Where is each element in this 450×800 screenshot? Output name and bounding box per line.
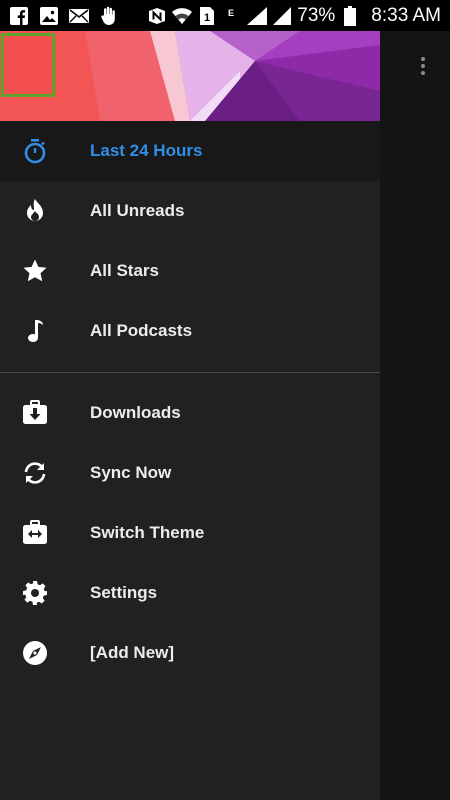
drawer-item-label: Sync Now bbox=[90, 463, 172, 482]
drawer-item-all-stars[interactable]: All Stars bbox=[0, 241, 380, 301]
mail-icon bbox=[69, 6, 89, 26]
svg-text:E: E bbox=[228, 8, 234, 18]
drawer-item-label: All Stars bbox=[90, 261, 159, 280]
signal-icon bbox=[247, 6, 268, 26]
star-icon bbox=[22, 258, 48, 284]
drawer-item-label: [Add New] bbox=[90, 643, 175, 662]
drawer-item-label: Switch Theme bbox=[90, 523, 205, 542]
svg-text:1: 1 bbox=[204, 12, 210, 24]
drawer-item-last-24-hours[interactable]: Last 24 Hours bbox=[0, 121, 380, 181]
compass-icon bbox=[22, 640, 48, 666]
switch-theme-icon bbox=[22, 520, 48, 546]
drawer-item-label: Settings bbox=[90, 583, 158, 602]
clock: 8:33 AM bbox=[371, 4, 441, 26]
battery-percent: 73% bbox=[297, 4, 336, 26]
drawer-item-label: Downloads bbox=[90, 403, 181, 422]
drawer-header bbox=[0, 31, 380, 121]
drawer-item-label: All Podcasts bbox=[90, 321, 193, 340]
header-background bbox=[0, 31, 380, 121]
stopwatch-icon bbox=[22, 138, 48, 164]
facebook-icon bbox=[9, 6, 29, 26]
drawer-item-switch-theme[interactable]: Switch Theme bbox=[0, 503, 380, 563]
hand-icon bbox=[99, 6, 119, 26]
wifi-icon bbox=[172, 6, 193, 26]
drawer-item-label: Last 24 Hours bbox=[90, 141, 203, 160]
drawer-item-sync-now[interactable]: Sync Now bbox=[0, 443, 380, 503]
music-note-icon bbox=[22, 318, 48, 344]
battery-icon bbox=[340, 5, 360, 26]
gear-icon bbox=[22, 580, 48, 606]
drawer-divider bbox=[0, 372, 380, 373]
drawer-item-settings[interactable]: Settings bbox=[0, 563, 380, 623]
download-box-icon bbox=[22, 400, 48, 426]
status-bar: 1 E 73% 8:33 AM bbox=[0, 0, 450, 31]
navigation-drawer: Last 24 Hours All Unreads All Stars All … bbox=[0, 31, 380, 800]
sync-icon bbox=[22, 460, 48, 486]
n-icon bbox=[147, 6, 167, 26]
image-icon bbox=[39, 6, 59, 26]
drawer-item-add-new[interactable]: [Add New] bbox=[0, 623, 380, 683]
drawer-item-all-podcasts[interactable]: All Podcasts bbox=[0, 301, 380, 361]
sim-icon: 1 bbox=[197, 6, 217, 26]
drawer-item-label: All Unreads bbox=[90, 201, 185, 220]
signal-icon bbox=[272, 6, 292, 26]
drawer-item-all-unreads[interactable]: All Unreads bbox=[0, 181, 380, 241]
overflow-menu-icon[interactable] bbox=[410, 50, 436, 82]
account-avatar[interactable] bbox=[1, 33, 55, 97]
flame-icon bbox=[22, 198, 48, 224]
e-icon: E bbox=[222, 6, 242, 26]
drawer-item-downloads[interactable]: Downloads bbox=[0, 383, 380, 443]
